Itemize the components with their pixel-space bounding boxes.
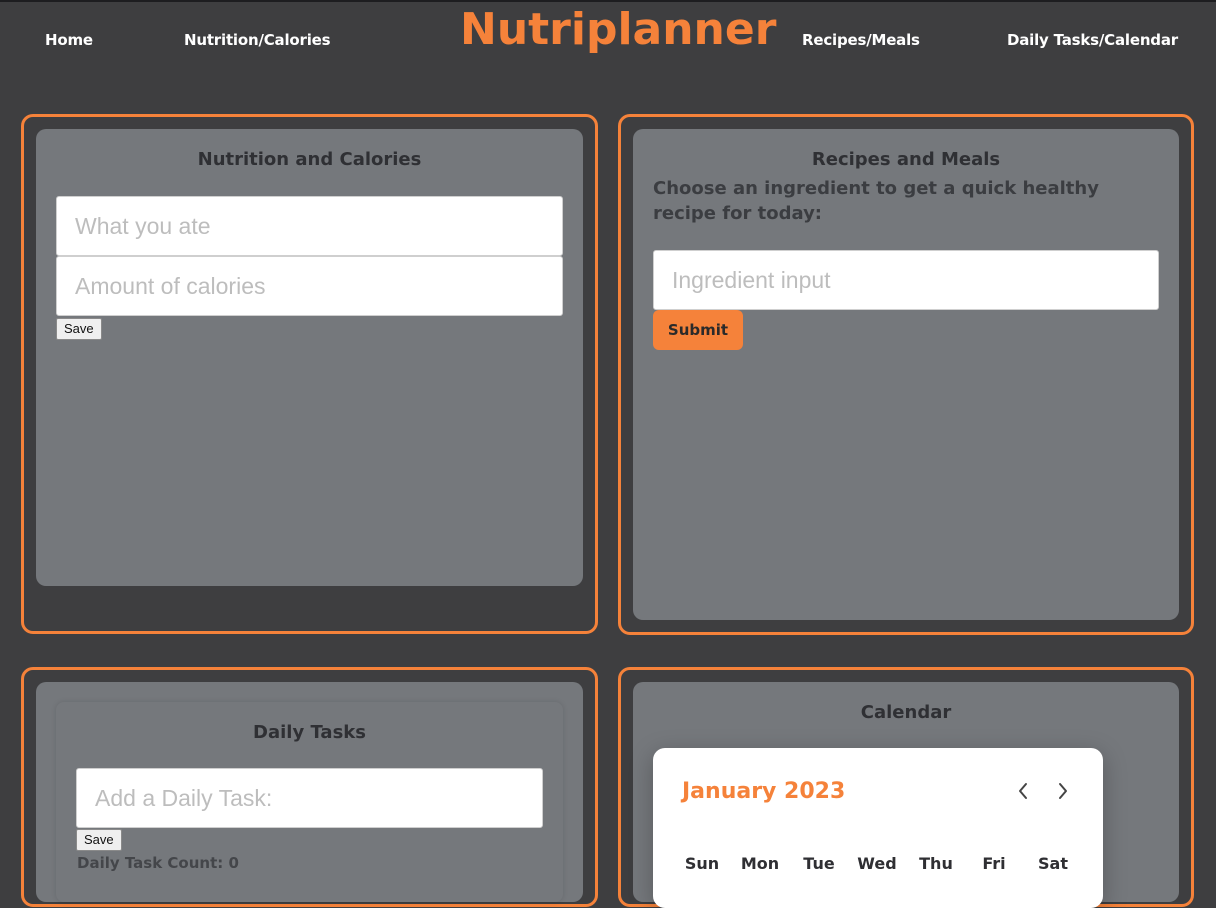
weekday-tue: Tue [803,854,835,873]
calories-input[interactable] [56,256,563,316]
nav-home[interactable]: Home [45,31,93,49]
submit-button[interactable]: Submit [653,310,743,350]
top-border [0,0,1216,2]
chevron-left-icon[interactable] [1013,781,1033,801]
nav-nutrition-calories[interactable]: Nutrition/Calories [184,31,331,49]
weekday-sat: Sat [1038,854,1068,873]
weekday-sun: Sun [684,854,720,873]
calendar-widget: January 2023 Sun Mon Tue Wed Thu Fri Sat [653,748,1103,908]
nav-daily-tasks-calendar[interactable]: Daily Tasks/Calendar [1007,31,1178,49]
nav-recipes-meals[interactable]: Recipes/Meals [802,31,920,49]
save-task-button[interactable]: Save [76,829,122,851]
logo: Nutriplanner [460,4,777,55]
weekday-fri: Fri [982,854,1006,873]
ingredient-input[interactable] [653,250,1159,310]
calendar-month-label: January 2023 [682,779,846,804]
food-input[interactable] [56,196,563,256]
weekday-thu: Thu [919,854,953,873]
recipe-prompt: Choose an ingredient to get a quick heal… [653,178,1099,224]
calendar-title: Calendar [860,702,952,723]
save-nutrition-button[interactable]: Save [56,318,102,340]
weekday-wed: Wed [857,854,897,873]
nutrition-title: Nutrition and Calories [197,149,422,170]
chevron-right-icon[interactable] [1053,781,1073,801]
weekday-mon: Mon [740,854,780,873]
daily-task-count: Daily Task Count: 0 [77,854,239,872]
recipes-title: Recipes and Meals [811,149,1001,170]
tasks-title: Daily Tasks [253,722,366,743]
daily-task-input[interactable] [76,768,543,828]
